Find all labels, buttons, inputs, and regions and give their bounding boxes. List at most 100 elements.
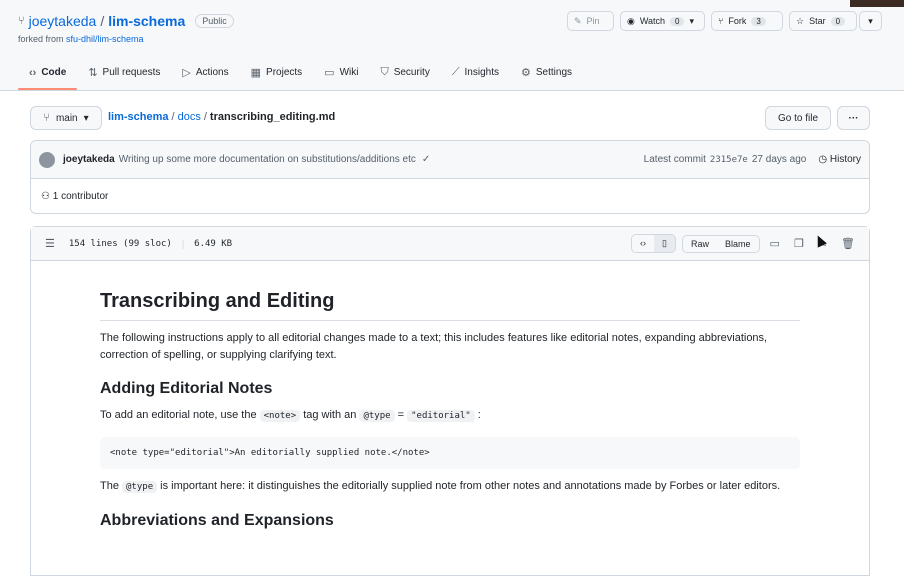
doc-intro: The following instructions apply to all … [100,332,768,361]
visibility-badge: Public [195,14,234,28]
repo-title: ⑂ joeytakeda / lim-schema Public [18,13,234,29]
watch-count: 0 [670,16,685,26]
doc-title: Transcribing and Editing [100,290,800,321]
pin-button[interactable]: ✎ Pin [567,11,614,31]
breadcrumb-repo-link[interactable]: lim-schema [108,111,169,123]
breadcrumb-file: transcribing_editing.md [209,111,336,123]
tab-label: Code [41,67,67,78]
text: The [100,480,123,492]
inline-code: @type [122,481,158,493]
raw-blame-group: Raw Blame [682,234,760,253]
commit-sha-link[interactable]: 2315e7e [710,155,748,165]
chevron-down-icon: ▾ [689,15,695,26]
text: To add an editorial note, use the [100,409,260,421]
latest-commit-bar: joeytakeda Writing up some more document… [31,141,869,179]
view-toggle: ‹› ▯ [631,234,676,253]
repo-forked-icon: ⑂ [18,15,25,27]
avatar[interactable] [39,151,55,168]
heading-editorial-notes: Adding Editorial Notes [100,380,273,397]
tab-insights[interactable]: ⟋ Insights [441,62,510,89]
editorial-instruction: To add an editorial note, use the <note>… [100,407,800,425]
file-size: 6.49 KB [194,238,233,249]
commit-age: 27 days ago [751,154,807,165]
repo-owner-link[interactable]: joeytakeda [29,13,97,29]
commit-message-link[interactable]: Writing up some more documentation on su… [119,154,416,165]
forked-prefix: forked from [18,34,67,44]
text: tag with an [300,409,360,421]
type-explanation: The @type is important here: it distingu… [100,478,800,496]
more-options-button[interactable]: ··· [837,106,870,130]
text: = [394,409,408,421]
tab-wiki[interactable]: ▭ Wiki [313,62,369,89]
watch-button[interactable]: ◉ Watch 0 ▾ [620,11,705,31]
markdown-body: Transcribing and Editing The following i… [100,260,800,530]
code-view-icon[interactable]: ‹› [632,235,655,252]
branch-select[interactable]: ⑂ main ▾ [30,106,102,130]
tab-label: Wiki [339,67,359,78]
inline-code: <note> [259,410,301,422]
fork-button[interactable]: ⑂ Fork 3 [711,11,783,31]
tab-settings[interactable]: ⚙ Settings [510,62,583,89]
text: is important here: it distinguishes the … [157,480,781,492]
commit-author-link[interactable]: joeytakeda [63,154,115,165]
breadcrumb-folder-link[interactable]: docs [178,111,201,123]
heading-abbreviations: Abbreviations and Expansions [100,512,334,529]
raw-button[interactable]: Raw [683,235,718,252]
pin-label: Pin [586,16,600,26]
tab-label: Pull requests [102,67,161,78]
eye-icon: ◉ [627,15,635,26]
star-button[interactable]: ☆ Star 0 [789,11,857,31]
desktop-icon[interactable]: ▭ [766,237,784,250]
copy-icon[interactable]: ❐ [790,237,808,250]
check-icon: ✓ [421,154,431,165]
breadcrumb: lim-schema / docs / transcribing_editing.md [108,111,335,123]
tab-code[interactable]: ‹› Code [18,62,78,90]
text: : [474,409,481,421]
blame-button[interactable]: Blame [717,235,759,252]
file-view-icon[interactable]: ▯ [654,235,675,252]
tab-pull-requests[interactable]: ⇅ Pull requests [77,62,171,89]
contributors-label: 1 contributor [52,191,109,202]
chevron-down-icon: ▾ [868,15,873,26]
contributors-row[interactable]: ⚇ 1 contributor [31,179,869,214]
pull-request-icon: ⇅ [88,67,98,79]
file-lines: 154 lines (99 sloc) [68,238,172,249]
table-icon: ▦ [250,67,262,79]
fork-icon: ⑂ [718,16,724,26]
window-corner [850,0,904,7]
trash-icon[interactable]: 🗑 [837,237,859,250]
fork-source-link[interactable]: sfu-dhil/lim-schema [66,34,144,44]
star-icon: ☆ [796,15,805,26]
watch-label: Watch [639,16,666,26]
fork-label: Fork [728,16,747,26]
people-icon: ⚇ [41,191,50,202]
inline-code: @type [359,410,395,422]
book-icon: ▭ [324,67,335,79]
clock-icon: ◷ [818,154,828,165]
tab-label: Settings [535,67,573,78]
go-to-file-button[interactable]: Go to file [765,106,831,130]
branch-label: main [55,112,78,124]
star-count: 0 [830,16,846,26]
breadcrumb-separator: / [171,111,175,123]
repo-name-link[interactable]: lim-schema [108,13,185,29]
star-label: Star [809,16,826,26]
shield-icon: ⛉ [380,66,389,78]
divider: | [181,238,185,249]
commit-meta: Latest commit 2315e7e 27 days ago ◷ Hist… [644,154,861,165]
repo-header: ⑂ joeytakeda / lim-schema Public forked … [0,0,904,91]
breadcrumb-separator: / [203,111,207,123]
tab-security[interactable]: ⛉ Security [369,62,440,89]
code-icon: ‹› [29,66,37,79]
pin-icon: ✎ [574,15,582,26]
fork-count: 3 [751,16,766,26]
outline-icon[interactable]: ☰ [41,237,59,250]
history-label: History [829,154,861,165]
star-dropdown-button[interactable]: ▾ [859,11,882,31]
branch-icon: ⑂ [43,112,50,124]
history-button[interactable]: ◷ History [818,154,861,165]
tab-projects[interactable]: ▦ Projects [240,62,314,89]
tab-actions[interactable]: ▷ Actions [171,62,239,89]
gear-icon: ⚙ [521,67,531,79]
play-icon: ▷ [182,67,191,79]
